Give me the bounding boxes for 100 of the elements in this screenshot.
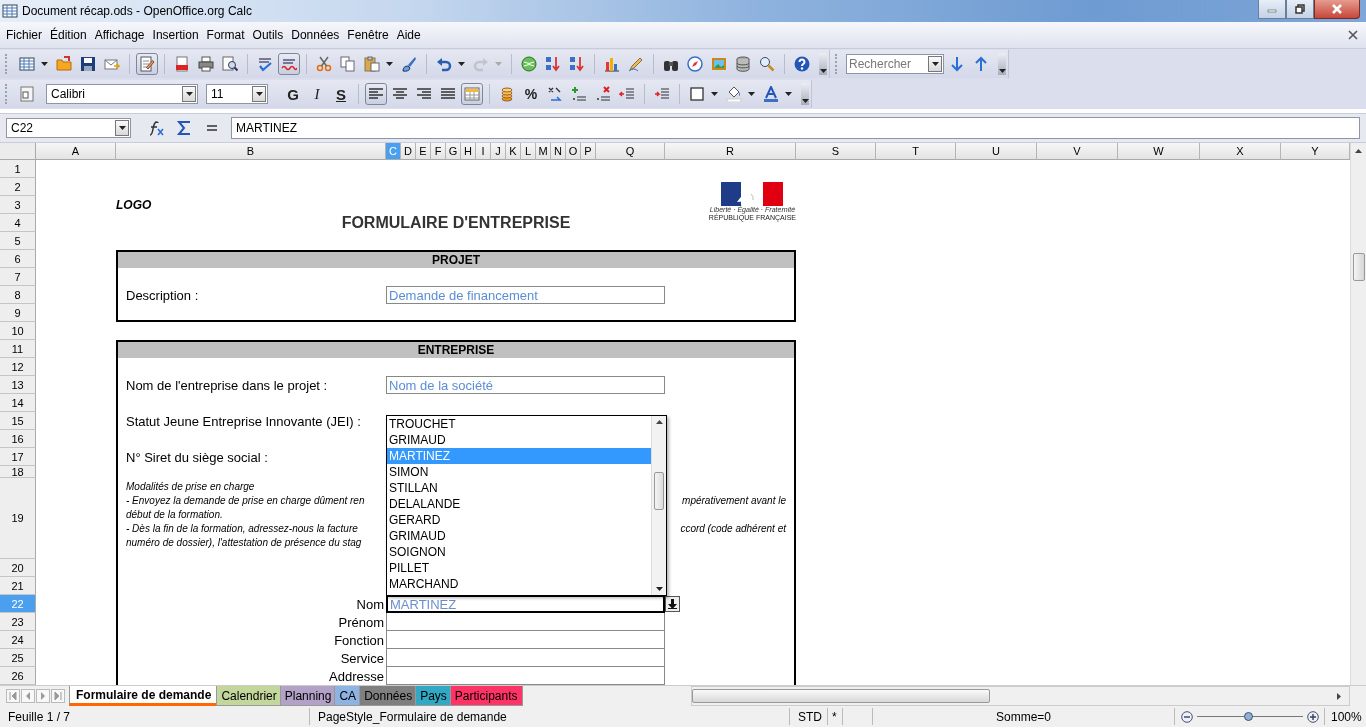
vertical-scrollbar[interactable] (1350, 143, 1366, 685)
column-header[interactable]: F (431, 143, 446, 160)
caret-icon[interactable] (748, 92, 755, 96)
list-item[interactable]: MARCHAND (387, 576, 651, 592)
row-header[interactable]: 23 (0, 613, 36, 631)
scrollbar-thumb[interactable] (654, 472, 664, 510)
scrollbar[interactable] (651, 416, 666, 595)
list-item[interactable]: TROUCHET (387, 416, 651, 432)
caret-icon[interactable] (41, 62, 48, 66)
row-header[interactable]: 14 (0, 394, 36, 412)
close-button[interactable] (1314, 0, 1360, 19)
column-header[interactable]: T (876, 143, 956, 160)
caret-icon[interactable] (386, 62, 393, 66)
menu-item[interactable]: Édition (46, 28, 91, 42)
column-header[interactable]: B (116, 143, 386, 160)
column-header[interactable]: R (665, 143, 796, 160)
list-item[interactable]: DELALANDE (387, 496, 651, 512)
column-header[interactable]: W (1118, 143, 1200, 160)
sheet-tab[interactable]: Pays (415, 686, 452, 706)
column-header[interactable]: G (446, 143, 461, 160)
list-item[interactable]: SOIGNON (387, 544, 651, 560)
tab-scroll-button[interactable] (36, 689, 50, 703)
menu-item[interactable]: Fenêtre (343, 28, 393, 42)
sheet-tab[interactable]: Planning (279, 686, 337, 706)
column-header[interactable]: I (476, 143, 491, 160)
sheet-tab[interactable]: Formulaire de demande (69, 686, 219, 706)
list-item[interactable]: GRIMAUD (387, 528, 651, 544)
caret-icon[interactable] (458, 62, 465, 66)
tab-scroll-button[interactable] (51, 689, 65, 703)
row-header[interactable]: 3 (0, 196, 36, 214)
column-header[interactable]: P (581, 143, 596, 160)
format-button[interactable]: I (306, 83, 328, 105)
tab-scroll-button[interactable] (6, 689, 20, 703)
format-button[interactable]: % (520, 83, 542, 105)
toolbar-overflow-button[interactable] (801, 83, 809, 105)
formula-input[interactable]: MARTINEZ (231, 117, 1360, 139)
menu-item[interactable]: Fichier (2, 28, 46, 42)
sheet-tab[interactable]: CA (334, 686, 362, 706)
list-item[interactable]: GRIMAUD (387, 432, 651, 448)
row-header[interactable]: 25 (0, 649, 36, 667)
caret-icon[interactable] (785, 92, 792, 96)
row-header[interactable]: 20 (0, 559, 36, 577)
list-item[interactable]: GERARD (387, 512, 651, 528)
row-header[interactable]: 8 (0, 286, 36, 304)
input-field[interactable] (386, 649, 665, 667)
row-header[interactable]: 18 (0, 466, 36, 478)
format-button[interactable] (365, 83, 387, 105)
row-header[interactable]: 16 (0, 430, 36, 448)
column-header[interactable]: O (566, 143, 581, 160)
search-field[interactable]: Rechercher (846, 54, 944, 74)
slider-thumb[interactable] (1243, 712, 1253, 721)
minimize-button[interactable] (1258, 0, 1286, 19)
format-button[interactable] (461, 83, 483, 105)
menu-item[interactable]: Insertion (148, 28, 203, 42)
row-header[interactable]: 2 (0, 178, 36, 196)
menu-item[interactable]: Outils (248, 28, 288, 42)
column-header[interactable]: V (1037, 143, 1118, 160)
list-item[interactable]: PILLET (387, 560, 651, 576)
column-header[interactable]: N (551, 143, 566, 160)
row-header[interactable]: 26 (0, 667, 36, 685)
row-header[interactable]: 11 (0, 340, 36, 358)
format-button[interactable]: G (282, 83, 304, 105)
column-header[interactable]: S (796, 143, 876, 160)
row-header[interactable]: 19 (0, 478, 36, 559)
row-header[interactable]: 6 (0, 250, 36, 268)
toolbar-overflow-button[interactable] (998, 53, 1006, 75)
list-item[interactable]: SIMON (387, 464, 651, 480)
sheet-tab[interactable]: Participants (449, 686, 523, 706)
format-button[interactable]: S (330, 83, 352, 105)
row-header[interactable]: 4 (0, 214, 36, 232)
column-header[interactable]: D (401, 143, 416, 160)
input-field[interactable]: Nom de la société (386, 376, 665, 394)
restore-button[interactable] (1286, 0, 1314, 19)
column-header[interactable]: A (36, 143, 116, 160)
list-item[interactable]: STILLAN (387, 480, 651, 496)
menu-item[interactable]: Données (287, 28, 344, 42)
close-icon[interactable] (1348, 30, 1358, 40)
column-header[interactable]: H (461, 143, 476, 160)
name-box[interactable]: C22 (6, 118, 131, 138)
row-header[interactable]: 5 (0, 232, 36, 250)
column-header[interactable]: X (1200, 143, 1281, 160)
row-header[interactable]: 1 (0, 160, 36, 178)
font-name-field[interactable]: Calibri (46, 84, 198, 104)
column-header[interactable]: Y (1281, 143, 1350, 160)
dropdown-button[interactable] (665, 596, 680, 612)
row-header[interactable]: 21 (0, 577, 36, 595)
row-header[interactable]: 13 (0, 376, 36, 394)
tab-scroll-button[interactable] (21, 689, 35, 703)
column-header[interactable]: M (536, 143, 551, 160)
toolbar-overflow-button[interactable] (819, 53, 827, 75)
zoom-out-icon[interactable] (1181, 710, 1193, 723)
zoom-in-icon[interactable] (1307, 710, 1319, 723)
row-header[interactable]: 12 (0, 358, 36, 376)
horizontal-scrollbar[interactable] (691, 686, 1350, 706)
scrollbar-thumb[interactable] (1352, 253, 1365, 281)
row-header[interactable]: 24 (0, 631, 36, 649)
column-header[interactable]: U (956, 143, 1037, 160)
scrollbar-thumb[interactable] (692, 689, 990, 703)
row-header[interactable]: 9 (0, 304, 36, 322)
row-header[interactable]: 7 (0, 268, 36, 286)
